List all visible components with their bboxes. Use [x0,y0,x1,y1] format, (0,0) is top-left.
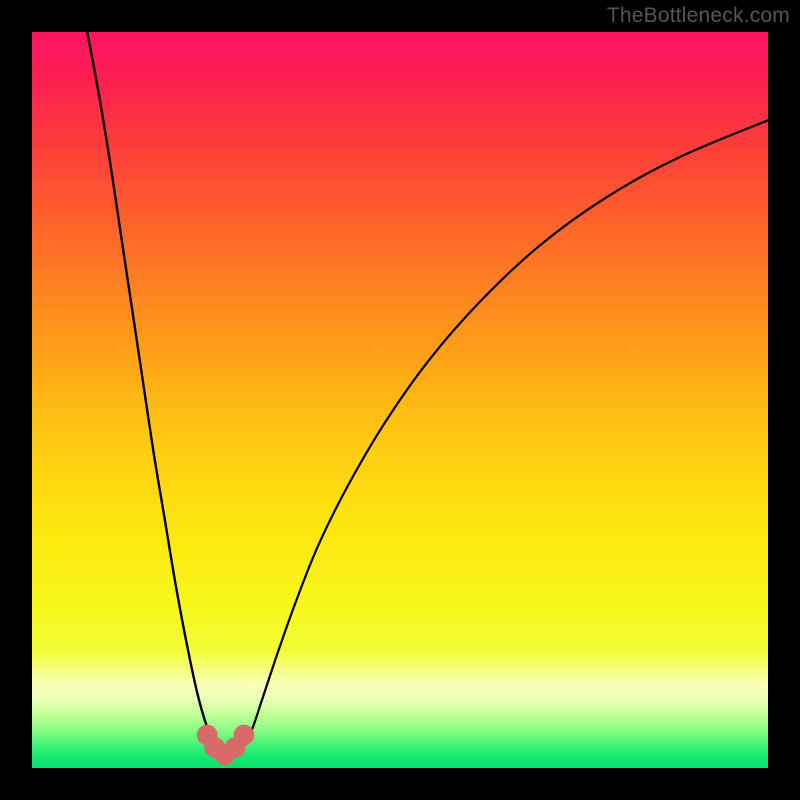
watermark-label: TheBottleneck.com [607,4,790,28]
chart-frame: TheBottleneck.com [0,0,800,800]
left-branch-path [87,32,214,744]
right-branch-path [245,120,768,744]
marker-dot [234,725,255,746]
bottleneck-curve [32,32,768,768]
trough-markers [197,725,254,765]
plot-area [32,32,768,768]
